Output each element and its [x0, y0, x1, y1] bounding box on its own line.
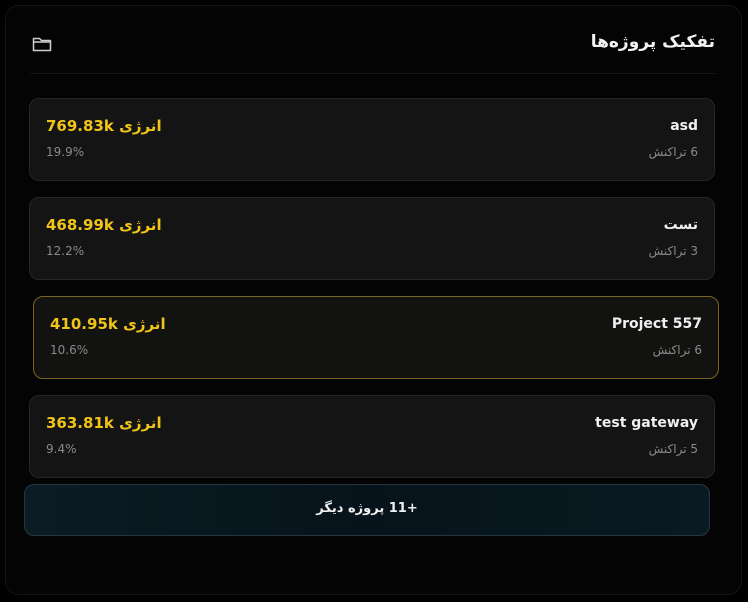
project-energy: 769.83k انرژی — [46, 117, 162, 135]
project-energy: 363.81k انرژی — [46, 414, 162, 432]
project-energy: 410.95k انرژی — [50, 315, 166, 333]
panel-header: تفکیک پروژه‌ها — [30, 6, 717, 74]
project-name: تست — [663, 217, 698, 233]
project-percent: 10.6% — [50, 343, 89, 357]
project-name: asd — [670, 118, 698, 134]
project-energy: 468.99k انرژی — [46, 216, 162, 234]
project-card[interactable]: test gateway 5 تراکنش 363.81k انرژی 9.4% — [29, 395, 715, 478]
project-transactions: 3 تراکنش — [648, 244, 698, 258]
project-transactions: 6 تراکنش — [652, 343, 702, 357]
project-percent: 9.4% — [46, 442, 77, 456]
more-projects-button[interactable]: +11 پروژه دیگر — [24, 484, 710, 536]
project-percent: 12.2% — [46, 244, 85, 258]
project-transactions: 5 تراکنش — [648, 442, 698, 456]
project-card[interactable]: تست 3 تراکنش 468.99k انرژی 12.2% — [29, 197, 715, 280]
project-card-hovered[interactable]: Project 557 6 تراکنش 410.95k انرژی 10.6% — [33, 296, 719, 379]
project-card[interactable]: asd 6 تراکنش 769.83k انرژی 19.9% — [29, 98, 715, 181]
panel-title: تفکیک پروژه‌ها — [590, 32, 715, 52]
project-percent: 19.9% — [46, 145, 85, 159]
folder-icon — [32, 37, 52, 52]
project-transactions: 6 تراکنش — [648, 145, 698, 159]
more-projects-label: +11 پروژه دیگر — [316, 501, 418, 516]
project-name: Project 557 — [611, 316, 702, 332]
project-name: test gateway — [595, 415, 698, 431]
